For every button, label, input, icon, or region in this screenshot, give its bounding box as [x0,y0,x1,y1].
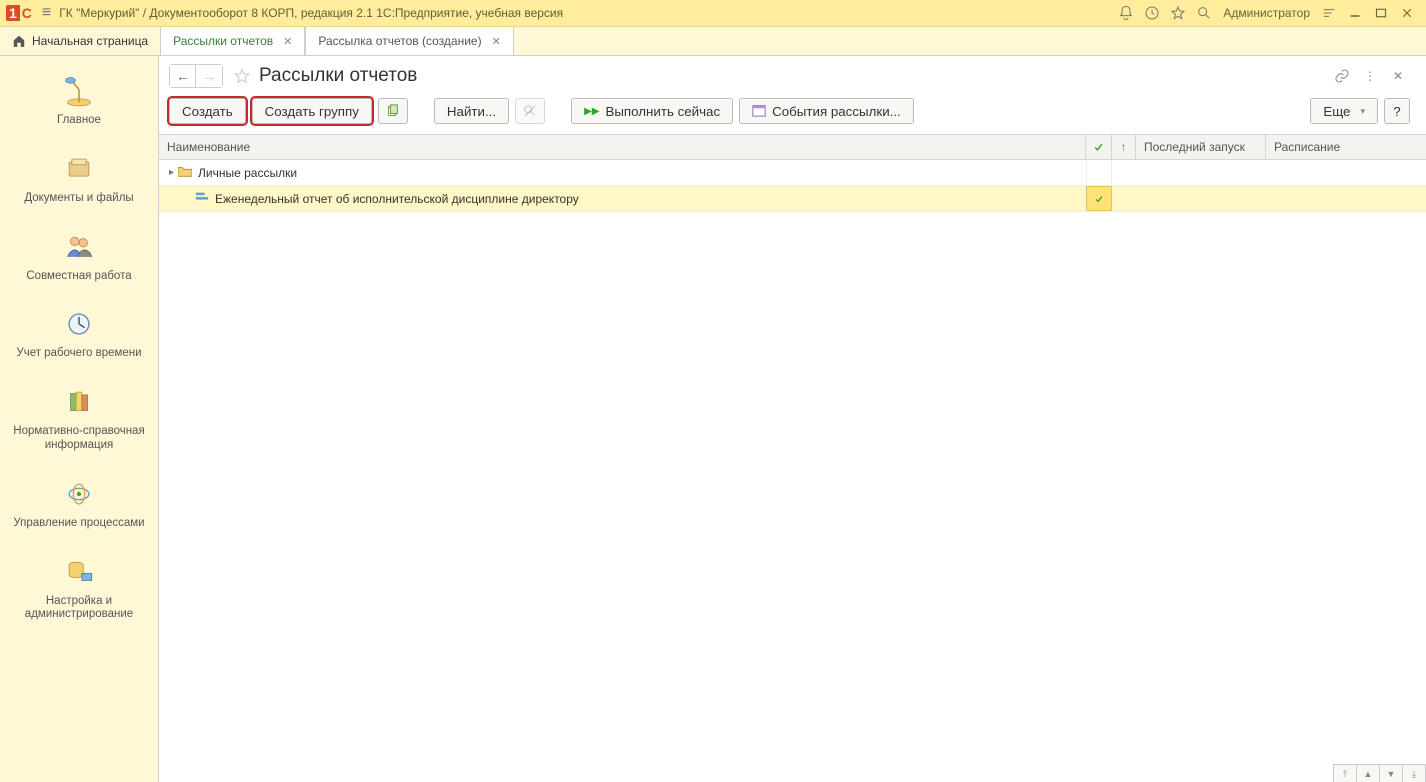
list-down-icon[interactable]: ▼ [1379,765,1402,782]
cell-name: Личные рассылки [198,166,297,180]
tab-bar: Начальная страница Рассылки отчетов ✕ Ра… [0,27,1426,56]
more-button[interactable]: Еще ▾ [1310,98,1378,124]
nav-label: Управление процессами [4,517,154,531]
tab-label: Рассылка отчетов (создание) [318,34,481,48]
server-icon [62,555,96,589]
cell-name: Еженедельный отчет об исполнительской ди… [215,192,579,206]
content-header: ← → Рассылки отчетов ⋮ ✕ [159,56,1426,88]
button-label: ? [1393,104,1400,119]
main-menu-icon[interactable]: ≡ [42,4,51,22]
nav-label: Главное [4,114,154,128]
maximize-icon[interactable] [1372,4,1390,22]
cancel-search-button[interactable] [515,98,545,124]
logo-1c: 1C [6,5,34,21]
home-tab-label: Начальная страница [32,34,148,48]
nav-item-reference-info[interactable]: Нормативно-справочная информация [4,385,154,453]
button-label: Еще [1323,104,1350,119]
table-header: Наименование ↑ Последний запуск Расписан… [159,135,1426,160]
nav-label: Учет рабочего времени [4,347,154,361]
table-row-group[interactable]: ▸ Личные рассылки [159,160,1426,186]
copy-button[interactable] [378,98,408,124]
tab-report-mailings[interactable]: Рассылки отчетов ✕ [160,27,305,55]
nav-label: Документы и файлы [4,192,154,206]
list-up-icon[interactable]: ▲ [1356,765,1379,782]
find-button[interactable]: Найти... [434,98,509,124]
chevron-down-icon: ▾ [1360,106,1365,117]
nav-item-collaboration[interactable]: Совместная работа [4,230,154,284]
process-icon [62,477,96,511]
settings-lines-icon[interactable] [1319,3,1339,23]
col-sort[interactable]: ↑ [1112,135,1136,159]
table: Наименование ↑ Последний запуск Расписан… [159,134,1426,212]
button-label: Создать [182,104,233,119]
folder-icon [178,165,192,180]
content-area: ← → Рассылки отчетов ⋮ ✕ Создать Создать… [159,56,1426,782]
button-label: Создать группу [265,104,359,119]
close-form-icon[interactable]: ✕ [1388,66,1408,86]
star-icon[interactable] [1168,3,1188,23]
col-prepared[interactable] [1086,135,1112,159]
close-icon[interactable]: ✕ [283,35,292,48]
favorite-star-icon[interactable] [231,65,253,87]
nav-item-documents[interactable]: Документы и файлы [4,152,154,206]
copy-icon [386,104,400,118]
nav-arrows: ← → [169,64,223,88]
col-name[interactable]: Наименование [159,135,1086,159]
cell-prepared [1086,186,1112,211]
button-label: События рассылки... [772,104,901,119]
more-vert-icon[interactable]: ⋮ [1360,66,1380,86]
user-name[interactable]: Администратор [1223,6,1310,20]
nav-label: Совместная работа [4,270,154,284]
col-last-run[interactable]: Последний запуск [1136,135,1266,159]
books-icon [62,385,96,419]
tab-label: Рассылки отчетов [173,34,273,48]
run-now-button[interactable]: ▶▶ Выполнить сейчас [571,98,733,124]
back-button[interactable]: ← [170,65,196,87]
close-icon[interactable]: ✕ [492,35,501,48]
tab-report-mailing-creation[interactable]: Рассылка отчетов (создание) ✕ [305,27,513,55]
clock-icon [62,307,96,341]
document-icon [195,191,209,206]
expand-icon[interactable]: ▸ [169,167,174,178]
people-icon [62,230,96,264]
forward-button[interactable]: → [196,65,222,87]
button-label: Найти... [447,104,496,119]
page-title: Рассылки отчетов [259,65,417,87]
nav-item-timekeeping[interactable]: Учет рабочего времени [4,307,154,361]
app-title: ГК "Меркурий" / Документооборот 8 КОРП, … [59,6,563,20]
button-label: Выполнить сейчас [605,104,720,119]
nav-label: Нормативно-справочная информация [4,425,154,453]
list-last-icon[interactable]: ⤓ [1402,765,1425,782]
table-row-item[interactable]: Еженедельный отчет об исполнительской ди… [159,186,1426,212]
list-first-icon[interactable]: ⤒ [1334,765,1356,782]
list-nav-controls: ⤒ ▲ ▼ ⤓ [1333,764,1426,782]
search-icon[interactable] [1194,3,1214,23]
bell-icon[interactable] [1116,3,1136,23]
home-tab[interactable]: Начальная страница [0,27,160,55]
history-icon[interactable] [1142,3,1162,23]
title-bar: 1C ≡ ГК "Меркурий" / Документооборот 8 К… [0,0,1426,27]
link-icon[interactable] [1332,66,1352,86]
play-icon: ▶▶ [584,106,599,117]
nav-item-main[interactable]: Главное [4,74,154,128]
folder-docs-icon [62,152,96,186]
nav-item-process-management[interactable]: Управление процессами [4,477,154,531]
help-button[interactable]: ? [1384,98,1410,124]
desk-lamp-icon [62,74,96,108]
toolbar: Создать Создать группу Найти... ▶▶ Выпол… [159,88,1426,134]
nav-label: Настройка и администрирование [4,595,154,623]
col-schedule[interactable]: Расписание [1266,135,1426,159]
nav-item-settings-admin[interactable]: Настройка и администрирование [4,555,154,623]
home-icon [12,34,26,48]
minimize-icon[interactable] [1346,4,1364,22]
sidebar: Главное Документы и файлы Совместная раб… [0,56,159,782]
create-button[interactable]: Создать [169,98,246,124]
cancel-search-icon [523,104,537,118]
mailing-events-button[interactable]: События рассылки... [739,98,914,124]
close-window-icon[interactable] [1398,4,1416,22]
create-group-button[interactable]: Создать группу [252,98,372,124]
calendar-icon [752,103,766,120]
